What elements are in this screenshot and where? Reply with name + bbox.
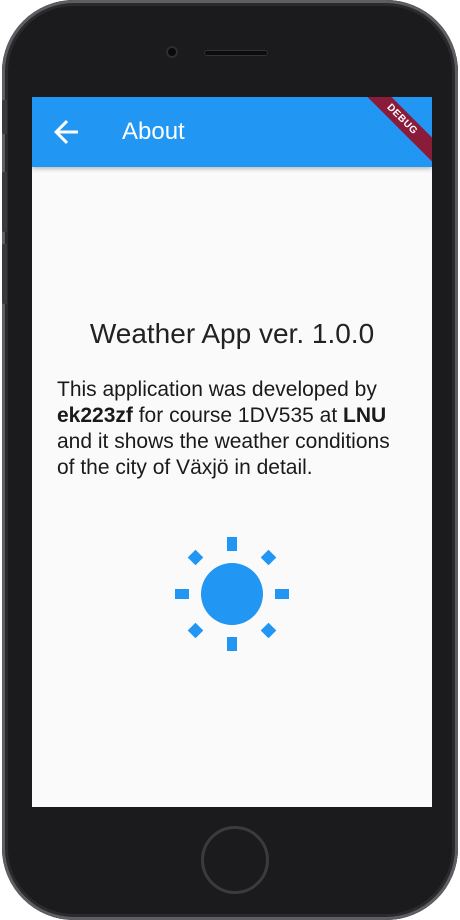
description-text-2: for course 1DV535 at [132, 404, 344, 427]
description-text-1: This application was developed by [57, 378, 377, 401]
earpiece-speaker [204, 50, 268, 56]
volume-up-button [2, 172, 7, 232]
back-button[interactable] [48, 114, 84, 150]
app-description: This application was developed by ek223z… [57, 377, 412, 481]
home-button[interactable] [201, 826, 269, 894]
university-name: LNU [343, 404, 387, 427]
app-screen: About DEBUG Weather App ver. 1.0.0 This … [32, 97, 432, 807]
arrow-back-icon [54, 120, 78, 144]
mute-switch [2, 100, 7, 134]
sun-icon [175, 537, 289, 651]
front-camera [166, 46, 178, 58]
volume-down-button [2, 244, 7, 304]
description-text-3: and it shows the weather conditions of t… [57, 430, 390, 479]
page-title: About [122, 118, 185, 145]
author-name: ek223zf [57, 404, 133, 427]
app-bar: About [32, 97, 432, 167]
app-version-heading: Weather App ver. 1.0.0 [89, 318, 375, 349]
phone-frame: About DEBUG Weather App ver. 1.0.0 This … [2, 0, 458, 920]
